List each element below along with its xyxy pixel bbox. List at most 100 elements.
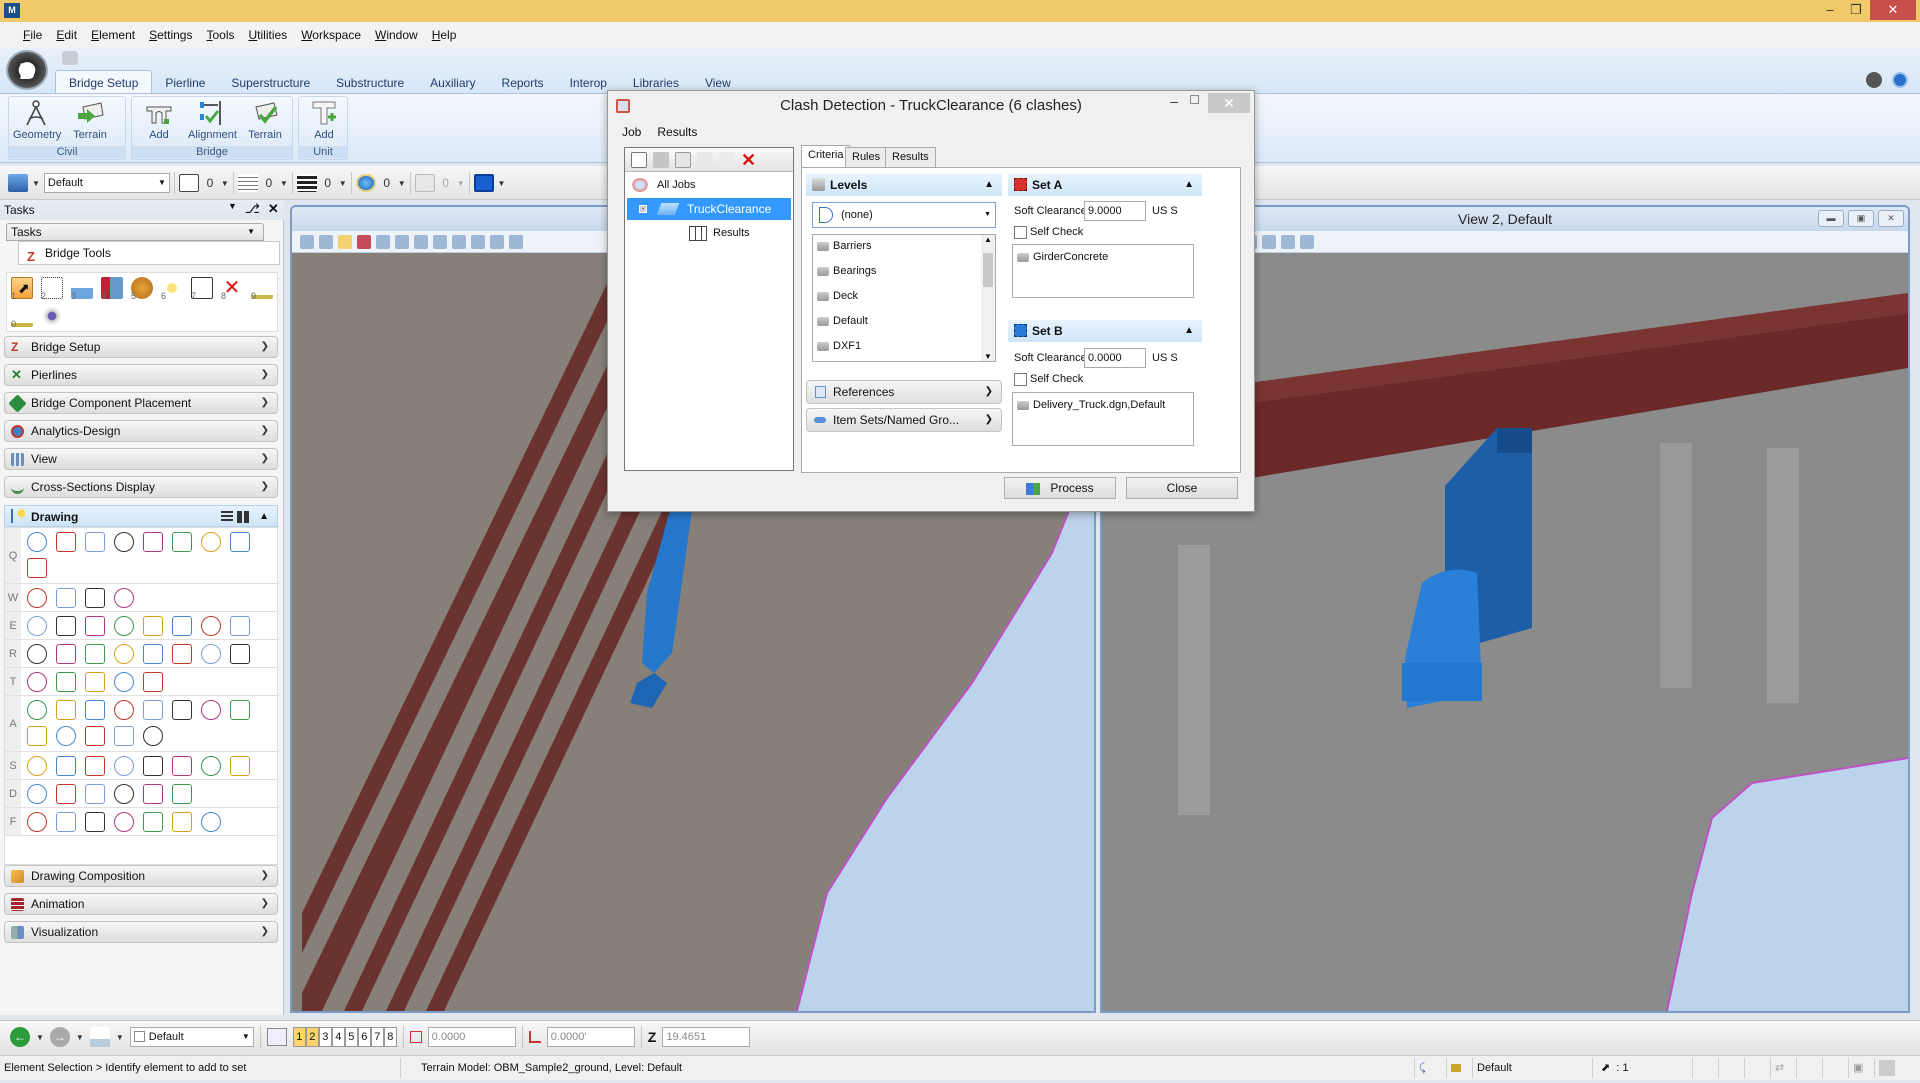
copy-icon[interactable] <box>675 151 691 168</box>
drawing-tool-icon[interactable] <box>27 532 47 552</box>
drawing-tool-icon[interactable] <box>56 616 76 636</box>
set-a-clearance-input[interactable]: 9.0000 <box>1084 201 1146 221</box>
dialog-close-action-button[interactable]: Close <box>1126 477 1238 499</box>
lighting-icon[interactable] <box>338 234 352 249</box>
drawing-tool-icon[interactable] <box>172 532 192 552</box>
geometry-button[interactable]: Geometry <box>13 99 61 141</box>
drawing-tool-icon[interactable] <box>143 616 163 636</box>
save-icon[interactable] <box>653 151 669 168</box>
tab-superstructure[interactable]: Superstructure <box>218 72 323 94</box>
view-toggle-4[interactable]: 4 <box>331 1027 345 1047</box>
chevron-down-icon[interactable]: ▼ <box>76 1033 84 1042</box>
menu-workspace[interactable]: Workspace <box>294 28 368 42</box>
design-history-icon[interactable]: ⇄ <box>1770 1058 1796 1078</box>
grid-view-icon[interactable] <box>237 511 249 523</box>
drawing-tool-icon[interactable] <box>143 756 163 776</box>
levels-scrollbar[interactable]: ▲ ▼ <box>981 235 995 361</box>
tasks-combo[interactable]: Tasks ▼ <box>6 223 264 241</box>
drawing-tool-icon[interactable] <box>27 588 47 608</box>
import-icon[interactable] <box>697 151 713 168</box>
menu-tools[interactable]: Tools <box>199 28 241 42</box>
drawing-tool-icon[interactable] <box>85 644 105 664</box>
render-icon[interactable] <box>1300 234 1314 249</box>
info-icon[interactable] <box>1892 72 1908 88</box>
drawing-tool-icon[interactable] <box>114 756 134 776</box>
zoom-out-icon[interactable] <box>395 234 409 249</box>
restore-button[interactable]: ❐ <box>1842 0 1870 20</box>
level-item[interactable]: Bearings <box>817 265 876 277</box>
tab-results[interactable]: Results <box>885 147 936 167</box>
print-icon[interactable] <box>62 51 78 65</box>
chevron-down-icon[interactable]: ▼ <box>36 1033 44 1042</box>
drawing-tool-icon[interactable] <box>114 616 134 636</box>
tab-substructure[interactable]: Substructure <box>323 72 417 94</box>
drawing-tool-icon[interactable] <box>143 784 163 804</box>
drawing-tool-icon[interactable] <box>201 644 221 664</box>
set-b-clearance-input[interactable]: 0.0000 <box>1084 348 1146 368</box>
rotate-view-icon[interactable] <box>452 234 466 249</box>
section-pierlines[interactable]: ✕ Pierlines ❯ <box>4 364 278 386</box>
chevron-up-icon[interactable]: ▲ <box>259 506 269 528</box>
tab-reports[interactable]: Reports <box>489 72 557 94</box>
drawing-tool-icon[interactable] <box>230 700 250 720</box>
drawing-tool-icon[interactable] <box>172 812 192 832</box>
snap-icon[interactable] <box>41 305 63 327</box>
drawing-tool-icon[interactable] <box>201 532 221 552</box>
drawing-tool-icon[interactable] <box>85 700 105 720</box>
drawing-tool-icon[interactable] <box>201 812 221 832</box>
menu-results[interactable]: Results <box>657 125 697 139</box>
active-level-status[interactable]: Default <box>1472 1058 1592 1078</box>
section-animation[interactable]: Animation ❯ <box>4 893 278 915</box>
walk-icon[interactable] <box>490 234 504 249</box>
active-level-icon[interactable] <box>8 174 28 192</box>
collapse-icon[interactable]: - <box>639 205 647 213</box>
tree-results[interactable]: Results <box>627 222 791 244</box>
forward-icon[interactable]: → <box>49 1027 70 1047</box>
view-toggle-2[interactable]: 2 <box>305 1027 319 1047</box>
drawing-tool-icon[interactable] <box>85 588 105 608</box>
priority-value[interactable]: 0 <box>439 176 453 190</box>
drawing-tool-icon[interactable] <box>172 756 192 776</box>
fit-view-icon[interactable] <box>433 234 447 249</box>
chevron-down-icon[interactable]: ▼ <box>221 179 229 188</box>
view-toggle-5[interactable]: 5 <box>344 1027 358 1047</box>
lock-icon[interactable] <box>1446 1058 1468 1078</box>
dialog-maximize-button[interactable]: ☐ <box>1189 93 1200 107</box>
drawing-tool-icon[interactable] <box>143 672 163 692</box>
drawing-tool-icon[interactable] <box>56 532 76 552</box>
workflow-bridge-tools[interactable]: Z Bridge Tools <box>18 241 280 265</box>
drawing-tool-icon[interactable] <box>114 588 134 608</box>
section-bridge-component-placement[interactable]: Bridge Component Placement ❯ <box>4 392 278 414</box>
menu-settings[interactable]: Settings <box>142 28 199 42</box>
drawing-tool-icon[interactable] <box>114 532 134 552</box>
drawing-tool-icon[interactable] <box>85 812 105 832</box>
drawing-tool-icon[interactable] <box>201 700 221 720</box>
drawing-tool-icon[interactable] <box>114 700 134 720</box>
set-a-self-check[interactable]: Self Check <box>1014 226 1083 239</box>
clip-volume-icon[interactable] <box>1262 234 1276 249</box>
alignment-button[interactable]: Alignment <box>188 99 237 141</box>
tab-auxiliary[interactable]: Auxiliary <box>417 72 488 94</box>
panel-menu-icon[interactable]: ▼ <box>228 201 237 217</box>
open-folder-icon[interactable] <box>719 151 735 168</box>
drawing-tool-icon[interactable] <box>143 726 163 746</box>
menu-window[interactable]: Window <box>368 28 425 42</box>
drawing-tool-icon[interactable] <box>27 644 47 664</box>
drawing-tool-icon[interactable] <box>230 756 250 776</box>
chevron-down-icon[interactable]: ▼ <box>398 179 406 188</box>
set-a-item[interactable]: GirderConcrete <box>1017 251 1108 263</box>
drawing-tool-icon[interactable] <box>114 784 134 804</box>
drawing-tool-icon[interactable] <box>27 700 47 720</box>
drawing-tool-icon[interactable] <box>114 812 134 832</box>
pan-view-icon[interactable] <box>471 234 485 249</box>
menu-help[interactable]: Help <box>425 28 464 42</box>
section-view[interactable]: View ❯ <box>4 448 278 470</box>
weight-value[interactable]: 0 <box>321 176 335 190</box>
drawing-tool-icon[interactable] <box>172 700 192 720</box>
level-item[interactable]: Default <box>817 315 868 327</box>
new-job-icon[interactable] <box>631 151 647 168</box>
set-b-self-check[interactable]: Self Check <box>1014 373 1083 386</box>
line-weight-icon[interactable] <box>296 174 317 192</box>
drawing-tool-icon[interactable] <box>56 784 76 804</box>
drawing-tool-icon[interactable] <box>143 700 163 720</box>
